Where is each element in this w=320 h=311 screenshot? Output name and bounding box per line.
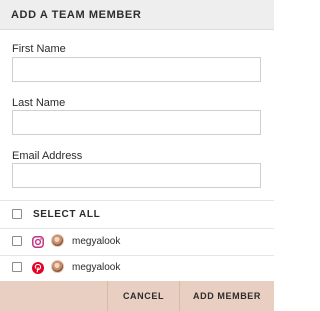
account-username: megyalook	[72, 236, 121, 247]
first-name-label: First Name	[12, 43, 66, 55]
select-all-checkbox[interactable]	[12, 209, 22, 219]
dialog-header: ADD A TEAM MEMBER	[0, 0, 274, 30]
select-all-label: SELECT ALL	[33, 209, 101, 220]
divider	[0, 200, 274, 201]
divider	[0, 228, 274, 229]
email-field[interactable]	[12, 163, 261, 188]
footer-spacer	[0, 281, 107, 311]
dialog-footer: CANCEL ADD MEMBER	[0, 281, 274, 311]
instagram-icon	[32, 235, 44, 248]
add-member-button[interactable]: ADD MEMBER	[179, 281, 274, 311]
account-checkbox[interactable]	[12, 262, 22, 272]
account-username: megyalook	[72, 262, 121, 273]
first-name-field[interactable]	[12, 57, 261, 82]
account-checkbox[interactable]	[12, 236, 22, 246]
avatar	[51, 260, 64, 273]
divider	[0, 255, 274, 256]
email-label: Email Address	[12, 150, 83, 162]
avatar	[51, 234, 64, 247]
last-name-label: Last Name	[12, 97, 66, 109]
pinterest-icon	[32, 261, 44, 274]
dialog-title: ADD A TEAM MEMBER	[11, 8, 142, 21]
last-name-field[interactable]	[12, 110, 261, 135]
cancel-button[interactable]: CANCEL	[107, 281, 179, 311]
